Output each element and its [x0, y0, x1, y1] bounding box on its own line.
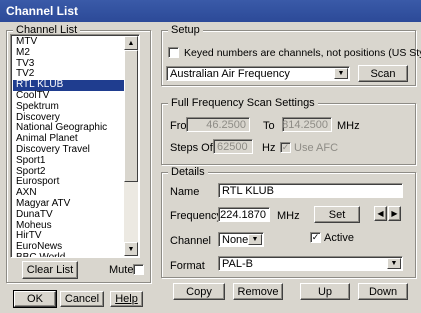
- scroll-up-arrow-icon[interactable]: ▲: [124, 36, 138, 50]
- clear-list-button[interactable]: Clear List: [22, 261, 78, 279]
- channel-value: None: [222, 234, 249, 246]
- format-label: Format: [170, 260, 205, 272]
- name-field[interactable]: RTL KLUB: [218, 183, 403, 198]
- setup-group-title: Setup: [168, 24, 203, 36]
- channel-list-item[interactable]: Spektrum: [13, 101, 125, 113]
- full-scan-group-title: Full Frequency Scan Settings: [168, 97, 318, 109]
- active-label: Active: [324, 232, 354, 244]
- scan-mhz-label: MHz: [337, 120, 360, 132]
- frequency-mhz-label: MHz: [277, 210, 300, 222]
- cancel-button[interactable]: Cancel: [60, 291, 104, 307]
- frequency-field[interactable]: 224.1870: [218, 207, 270, 222]
- from-frequency-field[interactable]: 46.2500: [186, 117, 250, 132]
- frequency-table-value: Australian Air Frequency: [170, 68, 290, 80]
- scroll-thumb[interactable]: [124, 50, 138, 182]
- tune-left-arrow-icon[interactable]: ◀: [374, 206, 387, 221]
- chevron-down-icon[interactable]: ▼: [248, 234, 262, 245]
- frequency-table-select[interactable]: Australian Air Frequency ▼: [166, 66, 350, 81]
- mute-checkbox[interactable]: [133, 264, 144, 275]
- keyed-numbers-checkbox[interactable]: [168, 47, 179, 58]
- channel-list-item[interactable]: M2: [13, 47, 125, 59]
- channel-label: Channel: [170, 235, 211, 247]
- remove-button[interactable]: Remove: [233, 283, 283, 300]
- details-group-title: Details: [168, 166, 208, 178]
- to-label: To: [263, 120, 275, 132]
- channel-listbox[interactable]: MTV M2 TV3 TV2 RTL KLUB CoolTV Spektrum Discove…: [10, 34, 140, 258]
- keyed-numbers-label: Keyed numbers are channels, not position…: [184, 47, 421, 59]
- up-button[interactable]: Up: [300, 283, 350, 300]
- frequency-value: 224.1870: [220, 209, 266, 221]
- to-frequency-field[interactable]: 814.2500: [282, 117, 332, 132]
- chevron-down-icon[interactable]: ▼: [334, 68, 348, 79]
- name-value: RTL KLUB: [222, 185, 274, 197]
- mute-label: Mute: [109, 264, 134, 276]
- channel-list-item[interactable]: BBC World: [13, 252, 125, 257]
- copy-button[interactable]: Copy: [173, 283, 225, 300]
- channel-list-item[interactable]: Sport1: [13, 155, 125, 167]
- ok-button[interactable]: OK: [13, 290, 57, 308]
- format-select[interactable]: PAL-B ▼: [218, 256, 403, 271]
- channel-list-items: MTV M2 TV3 TV2 RTL KLUB CoolTV Spektrum Discove…: [13, 36, 125, 257]
- from-frequency-value: 46.2500: [206, 119, 246, 131]
- vertical-scrollbar[interactable]: ▲ ▼: [124, 36, 138, 256]
- use-afc-label: Use AFC: [294, 142, 339, 154]
- set-button[interactable]: Set: [314, 206, 360, 223]
- help-button[interactable]: Help: [110, 291, 143, 307]
- channel-list-dialog: Channel List Channel List MTV M2 TV3 TV2 RTL…: [0, 0, 421, 313]
- format-value: PAL-B: [222, 258, 253, 270]
- chevron-down-icon[interactable]: ▼: [387, 258, 401, 269]
- steps-of-label: Steps Of: [170, 142, 213, 154]
- scroll-down-arrow-icon[interactable]: ▼: [124, 242, 138, 256]
- window-title: Channel List: [0, 0, 421, 22]
- full-scan-group: Full Frequency Scan Settings: [161, 97, 416, 165]
- tune-right-arrow-icon[interactable]: ▶: [388, 206, 401, 221]
- channel-list-item[interactable]: DunaTV: [13, 209, 125, 221]
- steps-value: 62500: [217, 141, 248, 153]
- channel-select[interactable]: None ▼: [218, 232, 264, 247]
- name-label: Name: [170, 186, 200, 198]
- down-button[interactable]: Down: [358, 283, 408, 300]
- active-checkbox[interactable]: ✓: [310, 232, 321, 243]
- frequency-label: Frequency: [170, 210, 222, 222]
- to-frequency-value: 814.2500: [282, 119, 328, 131]
- hz-label: Hz: [262, 142, 276, 154]
- scan-button[interactable]: Scan: [358, 65, 408, 82]
- steps-field[interactable]: 62500: [213, 139, 253, 154]
- use-afc-checkbox[interactable]: ✓: [280, 142, 291, 153]
